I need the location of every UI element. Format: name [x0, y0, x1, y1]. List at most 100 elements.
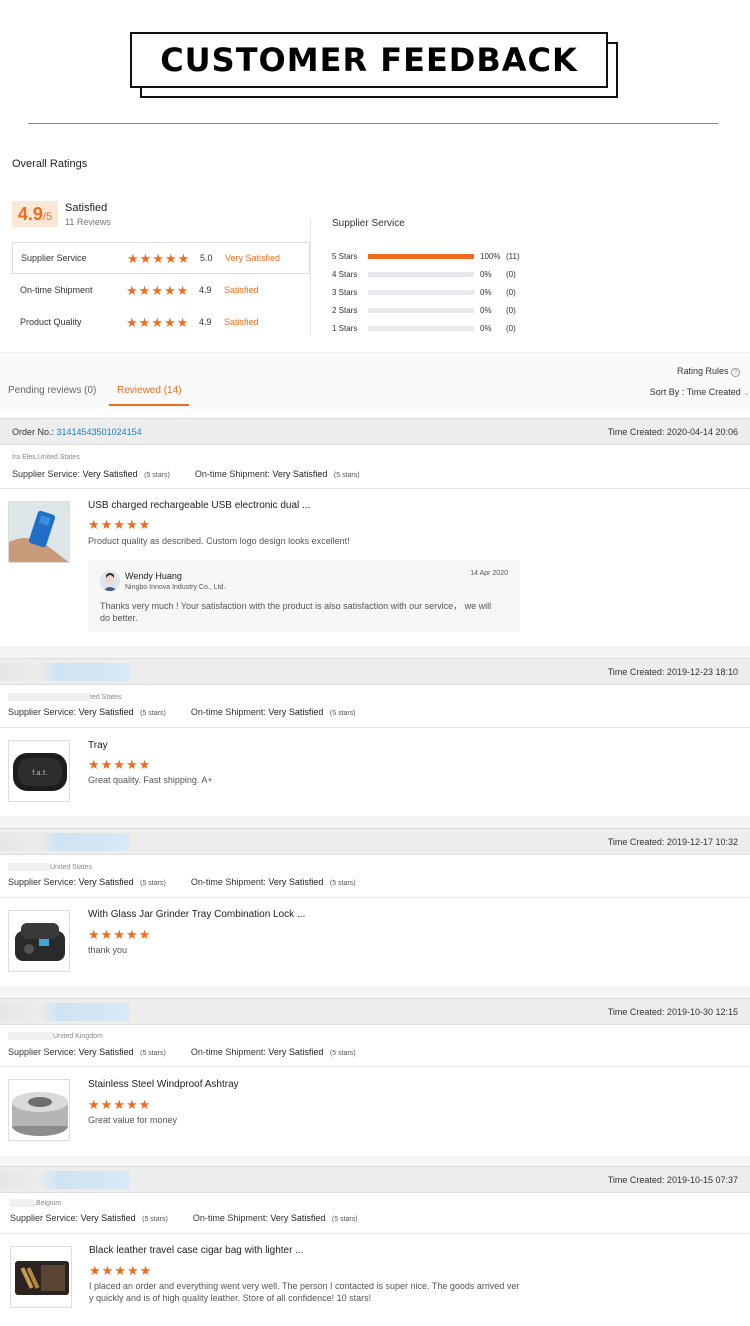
review-service-ratings: Supplier Service: Very Satisfied (5 star… — [12, 469, 360, 479]
star-icon: ★ — [88, 757, 100, 772]
product-image-cigar-bag[interactable] — [10, 1246, 72, 1308]
review-card: Time Created: 2019-12-17 10:32 — [0, 828, 750, 986]
reply-author-name: Wendy Huang — [125, 571, 182, 581]
product-title[interactable]: USB charged rechargeable USB electronic … — [88, 500, 310, 511]
sort-by-dropdown[interactable]: Sort By : Time Created ⌄ — [650, 387, 750, 397]
rating-row-supplier-service[interactable]: Supplier Service ★ ★ ★ ★ ★ 5.0 Very Satisfie… — [12, 242, 310, 274]
score-denominator: /5 — [42, 211, 53, 223]
order-number: Order No.: 31414543501024154 — [12, 427, 142, 437]
banner-title: CUSTOMER FEEDBACK — [160, 41, 578, 79]
distribution-bar-fill — [368, 253, 474, 259]
star-icon: ★ — [163, 314, 176, 330]
reviewer-location: United States — [8, 863, 92, 871]
star-icon: ★ — [138, 927, 151, 942]
supplier-service-title: Supplier Service — [332, 218, 405, 229]
svg-text:f.a.t.: f.a.t. — [32, 769, 48, 777]
supplier-reply: Wendy Huang Ningbo Innova Industry Co., … — [88, 560, 520, 632]
star-icon: ★ — [100, 1097, 113, 1112]
review-divider — [0, 727, 750, 728]
rating-row-value: 4.9 — [199, 285, 212, 295]
reviewer-location: ,Belgium — [10, 1199, 61, 1207]
blurred-buyer-name — [0, 1171, 130, 1189]
supplier-service-stars: (5 stars) — [144, 472, 170, 479]
product-title[interactable]: With Glass Jar Grinder Tray Combination … — [88, 909, 305, 920]
star-rating: ★ ★ ★ ★ ★ — [89, 1264, 151, 1277]
blurred-buyer-name — [0, 1003, 130, 1021]
star-icon: ★ — [138, 757, 151, 772]
star-icon: ★ — [127, 250, 139, 266]
product-title[interactable]: Tray — [88, 740, 108, 751]
supplier-service-label: Supplier Service: — [12, 469, 81, 479]
star-rating: ★ ★ ★ ★ ★ — [127, 252, 200, 265]
product-image-lighter[interactable] — [8, 501, 70, 563]
supplier-service-stars: (5 stars) — [140, 710, 166, 717]
product-image-case[interactable] — [8, 910, 70, 972]
review-service-ratings: Supplier Service: Very Satisfied (5 star… — [8, 877, 356, 887]
tab-pending-reviews[interactable]: Pending reviews (0) — [8, 385, 96, 396]
rating-row-on-time-shipment[interactable]: On-time Shipment ★ ★ ★ ★ ★ 4.9 Satisfied — [12, 274, 310, 306]
supplier-service-value: Very Satisfied — [78, 877, 134, 887]
distribution-row: 2 Stars 0% (0) — [332, 301, 532, 319]
star-icon: ★ — [88, 927, 100, 942]
star-icon: ★ — [100, 757, 113, 772]
review-card: Time Created: 2019-10-30 12:15 — [0, 998, 750, 1156]
review-header: Time Created: 2019-10-15 07:37 — [0, 1167, 750, 1193]
rating-row-text: Satisfied — [224, 285, 259, 295]
star-icon: ★ — [138, 1097, 151, 1112]
section-gap — [0, 816, 750, 828]
reviewer-country: United Kingdom — [53, 1032, 103, 1040]
order-number-link[interactable]: 31414543501024154 — [57, 427, 142, 437]
star-rating: ★ ★ ★ ★ ★ — [88, 1098, 150, 1111]
shipment-stars: (5 stars) — [329, 710, 356, 717]
tab-reviewed[interactable]: Reviewed (14) — [109, 385, 190, 406]
review-service-ratings: Supplier Service: Very Satisfied (5 star… — [10, 1213, 358, 1223]
distribution-percent: 0% — [480, 269, 492, 279]
shipment-stars: (5 stars) — [329, 1050, 356, 1057]
shipment-value: Very Satisfied — [268, 707, 324, 717]
vertical-divider — [310, 218, 311, 336]
blurred-buyer-name — [0, 833, 130, 851]
product-image-tray[interactable]: f.a.t. — [8, 740, 70, 802]
reviewer-location: United Kingdom — [8, 1032, 103, 1040]
distribution-row: 3 Stars 0% (0) — [332, 283, 532, 301]
review-service-ratings: Supplier Service: Very Satisfied (5 star… — [8, 1047, 356, 1057]
review-divider — [0, 1066, 750, 1067]
review-header: Order No.: 31414543501024154 Time Create… — [0, 419, 750, 445]
review-divider — [0, 1233, 750, 1234]
rating-row-label: On-time Shipment — [20, 285, 93, 295]
time-created: Time Created: 2019-10-15 07:37 — [607, 1175, 738, 1185]
time-created: Time Created: 2019-12-17 10:32 — [607, 837, 738, 847]
supplier-service-value: Very Satisfied — [82, 469, 138, 479]
distribution-percent: 0% — [480, 287, 492, 297]
star-icon: ★ — [138, 282, 151, 298]
review-header: Time Created: 2019-12-17 10:32 — [0, 829, 750, 855]
supplier-service-label: Supplier Service: — [8, 707, 77, 717]
distribution-count: (0) — [506, 287, 516, 297]
review-count: 11 Reviews — [65, 217, 111, 227]
star-icon: ★ — [126, 314, 138, 330]
distribution-label: 2 Stars — [332, 305, 358, 315]
star-icon: ★ — [100, 927, 113, 942]
star-rating: ★ ★ ★ ★ ★ — [88, 758, 150, 771]
supplier-service-stars: (5 stars) — [142, 1216, 168, 1223]
rating-row-product-quality[interactable]: Product Quality ★ ★ ★ ★ ★ 4.9 Satisfied — [12, 306, 310, 338]
distribution-count: (0) — [506, 269, 516, 279]
rating-rules-link[interactable]: Rating Rules ? — [677, 366, 740, 377]
product-title[interactable]: Black leather travel case cigar bag with… — [89, 1245, 304, 1256]
distribution-count: (11) — [506, 251, 520, 261]
distribution-count: (0) — [506, 305, 516, 315]
shipment-value: Very Satisfied — [268, 877, 324, 887]
star-icon: ★ — [138, 517, 151, 532]
shipment-label: On-time Shipment: — [190, 707, 266, 717]
rating-rules-label: Rating Rules — [676, 366, 729, 376]
review-comment: I placed an order and everything went ve… — [89, 1281, 519, 1304]
star-icon: ★ — [177, 250, 190, 266]
product-title[interactable]: Stainless Steel Windproof Ashtray — [88, 1079, 239, 1090]
help-circle-icon[interactable]: ? — [731, 368, 740, 377]
supplier-service-stars: (5 stars) — [140, 880, 166, 887]
distribution-label: 4 Stars — [332, 269, 358, 279]
star-icon: ★ — [163, 282, 176, 298]
banner-box: CUSTOMER FEEDBACK — [130, 32, 608, 88]
product-image-ashtray[interactable] — [8, 1079, 70, 1141]
rating-row-value: 5.0 — [200, 253, 213, 263]
